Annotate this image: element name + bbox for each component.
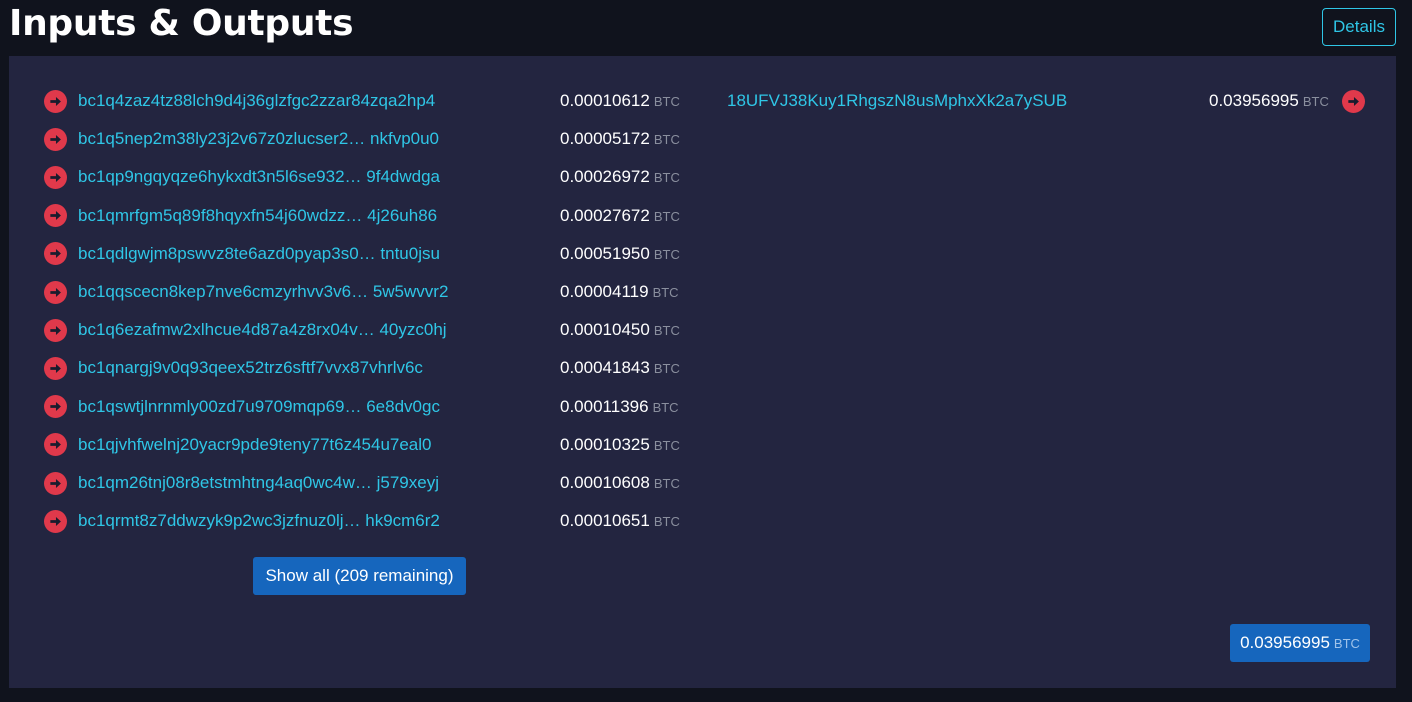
input-amount-unit: BTC — [653, 208, 680, 224]
input-address-link[interactable]: bc1q5nep2m38ly23j2v67z0zlucser2… nkfvp0u… — [78, 129, 550, 149]
input-amount-unit: BTC — [653, 437, 680, 453]
total-unit: BTC — [1333, 635, 1360, 651]
input-row: bc1q6ezafmw2xlhcue4d87a4z8rx04v… 40yzc0h… — [44, 311, 684, 349]
input-amount-unit: BTC — [652, 399, 679, 415]
arrow-right-circle-icon[interactable] — [44, 395, 67, 419]
input-address-link[interactable]: bc1qmrfgm5q89f8hqyxfn54j60wdzz… 4j26uh86 — [78, 206, 550, 226]
input-amount: 0.00010450 BTC — [560, 320, 680, 340]
total-output-badge: 0.03956995 BTC — [1230, 624, 1370, 662]
input-amount-value: 0.00026972 — [560, 167, 650, 187]
details-button[interactable]: Details — [1322, 8, 1396, 46]
output-amount-unit: BTC — [1302, 94, 1329, 109]
input-amount-unit: BTC — [653, 361, 680, 377]
input-amount: 0.00010651 BTC — [560, 511, 680, 531]
input-amount: 0.00011396 BTC — [560, 397, 679, 417]
input-address-link[interactable]: bc1qnargj9v0q93qeex52trz6sftf7vvx87vhrlv… — [78, 358, 550, 378]
input-row: bc1qjvhfwelnj20yacr9pde9teny77t6z454u7ea… — [44, 426, 684, 464]
arrow-right-circle-icon[interactable] — [44, 165, 67, 189]
input-amount-unit: BTC — [653, 476, 680, 491]
input-row: bc1q4zaz4tz88lch9d4j36glzfgc2zzar84zqa2h… — [44, 82, 684, 120]
input-row: bc1qqscecn8kep7nve6cmzyrhvv3v6… 5w5wvvr2… — [44, 273, 684, 311]
input-amount: 0.00051950 BTC — [560, 244, 680, 264]
input-amount-unit: BTC — [653, 246, 680, 262]
input-amount-value: 0.00010450 — [560, 320, 650, 340]
bottom-bar — [0, 688, 1412, 702]
output-amount: 0.03956995 BTC — [1209, 91, 1329, 111]
input-address-link[interactable]: bc1qqscecn8kep7nve6cmzyrhvv3v6… 5w5wvvr2 — [78, 282, 550, 302]
arrow-right-circle-icon[interactable] — [1342, 89, 1365, 113]
input-amount-unit: BTC — [653, 323, 680, 339]
total-amount: 0.03956995 — [1240, 633, 1330, 652]
input-amount: 0.00005172 BTC — [560, 129, 680, 149]
input-amount: 0.00010612 BTC — [560, 91, 680, 111]
input-amount-value: 0.00011396 — [560, 396, 649, 416]
input-row: bc1qswtjlnrnmly00zd7u9709mqp69… 6e8dv0gc… — [44, 388, 684, 426]
output-row: 18UFVJ38Kuy1RhgszN8usMphxXk2a7ySUB 0.0395… — [727, 82, 1367, 120]
input-amount: 0.00041843 BTC — [560, 358, 680, 378]
arrow-right-circle-icon[interactable] — [44, 242, 67, 266]
input-amount: 0.00010608 BTC — [560, 473, 680, 493]
output-address-link[interactable]: 18UFVJ38Kuy1RhgszN8usMphxXk2a7ySUB — [727, 91, 1127, 111]
arrow-right-circle-icon[interactable] — [44, 204, 67, 228]
input-row: bc1qnargj9v0q93qeex52trz6sftf7vvx87vhrlv… — [44, 349, 684, 387]
input-row: bc1qrmt8z7ddwzyk9p2wc3jzfnuz0lj… hk9cm6r… — [44, 502, 684, 540]
arrow-right-circle-icon[interactable] — [44, 471, 67, 495]
input-amount-unit: BTC — [653, 514, 680, 530]
input-address-link[interactable]: bc1qjvhfwelnj20yacr9pde9teny77t6z454u7ea… — [78, 435, 550, 455]
input-amount-value: 0.00005172 — [560, 129, 650, 149]
input-amount-value: 0.00004119 — [560, 282, 649, 301]
input-amount: 0.00026972 BTC — [560, 167, 680, 187]
input-amount-value: 0.00027672 — [560, 205, 650, 225]
input-address-link[interactable]: bc1q4zaz4tz88lch9d4j36glzfgc2zzar84zqa2h… — [78, 91, 550, 111]
input-row: bc1qp9ngqyqze6hykxdt3n5l6se932… 9f4dwdga… — [44, 158, 684, 196]
input-row: bc1qm26tnj08r8etstmhtng4aq0wc4w… j579xey… — [44, 464, 684, 502]
input-amount: 0.00010325 BTC — [560, 435, 680, 455]
input-amount-value: 0.00010608 — [560, 473, 650, 492]
arrow-right-circle-icon[interactable] — [44, 509, 67, 533]
input-amount-value: 0.00010325 — [560, 434, 650, 454]
input-amount-value: 0.00051950 — [560, 243, 650, 263]
input-amount-value: 0.00010651 — [560, 511, 650, 531]
input-address-link[interactable]: bc1qm26tnj08r8etstmhtng4aq0wc4w… j579xey… — [78, 473, 550, 493]
input-amount: 0.00004119 BTC — [560, 282, 679, 302]
page-title: Inputs & Outputs — [9, 3, 354, 44]
show-all-button[interactable]: Show all (209 remaining) — [253, 557, 466, 595]
input-address-link[interactable]: bc1q6ezafmw2xlhcue4d87a4z8rx04v… 40yzc0h… — [78, 320, 550, 340]
output-amount-value: 0.03956995 — [1209, 91, 1299, 110]
input-amount-unit: BTC — [653, 132, 680, 148]
arrow-right-circle-icon[interactable] — [44, 318, 67, 342]
input-address-link[interactable]: bc1qdlgwjm8pswvz8te6azd0pyap3s0… tntu0js… — [78, 244, 550, 264]
input-amount-value: 0.00041843 — [560, 358, 650, 378]
input-row: bc1qmrfgm5q89f8hqyxfn54j60wdzz… 4j26uh86… — [44, 197, 684, 235]
arrow-right-circle-icon[interactable] — [44, 127, 67, 151]
input-amount-unit: BTC — [653, 170, 680, 186]
input-amount: 0.00027672 BTC — [560, 206, 680, 226]
input-address-link[interactable]: bc1qrmt8z7ddwzyk9p2wc3jzfnuz0lj… hk9cm6r… — [78, 511, 550, 531]
arrow-right-circle-icon[interactable] — [44, 89, 67, 113]
input-row: bc1q5nep2m38ly23j2v67z0zlucser2… nkfvp0u… — [44, 120, 684, 158]
input-address-link[interactable]: bc1qp9ngqyqze6hykxdt3n5l6se932… 9f4dwdga — [78, 167, 550, 187]
input-amount-unit: BTC — [653, 94, 680, 109]
arrow-right-circle-icon[interactable] — [44, 280, 67, 304]
input-amount-value: 0.00010612 — [560, 91, 650, 110]
input-amount-unit: BTC — [652, 285, 679, 300]
input-address-link[interactable]: bc1qswtjlnrnmly00zd7u9709mqp69… 6e8dv0gc — [78, 397, 550, 417]
arrow-right-circle-icon[interactable] — [44, 433, 67, 457]
arrow-right-circle-icon[interactable] — [44, 356, 67, 380]
page: Inputs & Outputs Details bc1q4zaz4tz88lc… — [0, 0, 1412, 702]
input-row: bc1qdlgwjm8pswvz8te6azd0pyap3s0… tntu0js… — [44, 235, 684, 273]
